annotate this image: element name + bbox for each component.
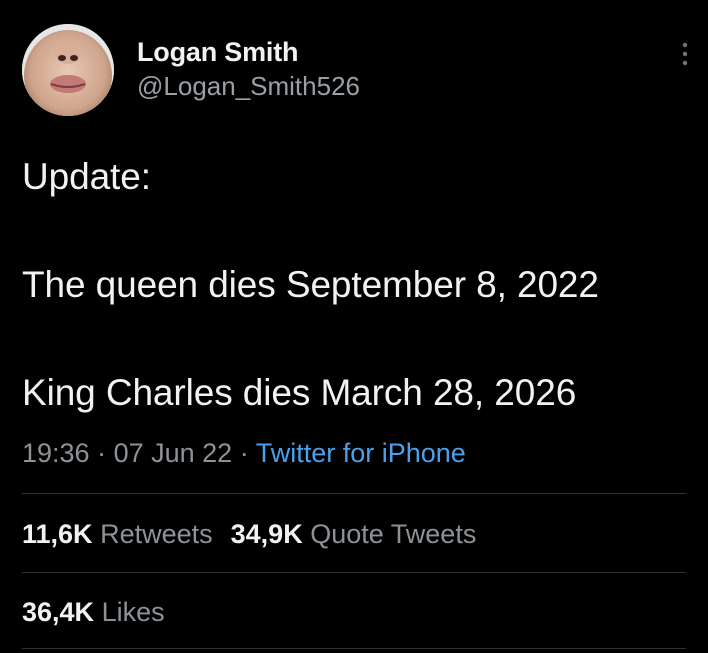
tweet-line-queen: The queen dies September 8, 2022 xyxy=(22,264,599,305)
author-display-name[interactable]: Logan Smith xyxy=(137,35,360,69)
tweet-line-update: Update: xyxy=(22,156,151,197)
tweet-card: Logan Smith @Logan_Smith526 Update: The … xyxy=(0,0,708,653)
meta-separator: · xyxy=(89,438,114,468)
stats-row-shares: 11,6K Retweets 34,9K Quote Tweets xyxy=(22,517,476,551)
avatar[interactable] xyxy=(22,24,114,116)
author-info: Logan Smith @Logan_Smith526 xyxy=(137,35,360,102)
avatar-photo xyxy=(22,24,114,116)
retweets-stat[interactable]: 11,6K Retweets xyxy=(22,517,213,551)
retweets-label: Retweets xyxy=(100,519,213,549)
divider xyxy=(22,572,686,573)
quote-tweets-count: 34,9K xyxy=(230,519,303,549)
likes-label: Likes xyxy=(101,597,165,627)
retweets-count: 11,6K xyxy=(22,519,93,549)
divider xyxy=(22,493,686,494)
more-vertical-icon[interactable] xyxy=(676,40,694,68)
quote-tweets-label: Quote Tweets xyxy=(310,519,477,549)
divider xyxy=(22,648,686,649)
tweet-source-link[interactable]: Twitter for iPhone xyxy=(256,438,466,468)
quote-tweets-stat[interactable]: 34,9K Quote Tweets xyxy=(231,517,477,551)
author-handle[interactable]: @Logan_Smith526 xyxy=(137,70,360,102)
tweet-date[interactable]: 07 Jun 22 xyxy=(114,438,233,468)
stats-row-likes: 36,4K Likes xyxy=(22,595,165,629)
likes-stat[interactable]: 36,4K Likes xyxy=(22,595,165,629)
likes-count: 36,4K xyxy=(22,597,95,627)
tweet-time[interactable]: 19:36 xyxy=(22,438,90,468)
meta-separator: · xyxy=(232,438,256,468)
tweet-meta: 19:36 · 07 Jun 22 · Twitter for iPhone xyxy=(22,436,466,470)
tweet-text: Update: The queen dies September 8, 2022… xyxy=(22,150,702,420)
tweet-line-king: King Charles dies March 28, 2026 xyxy=(22,372,577,413)
